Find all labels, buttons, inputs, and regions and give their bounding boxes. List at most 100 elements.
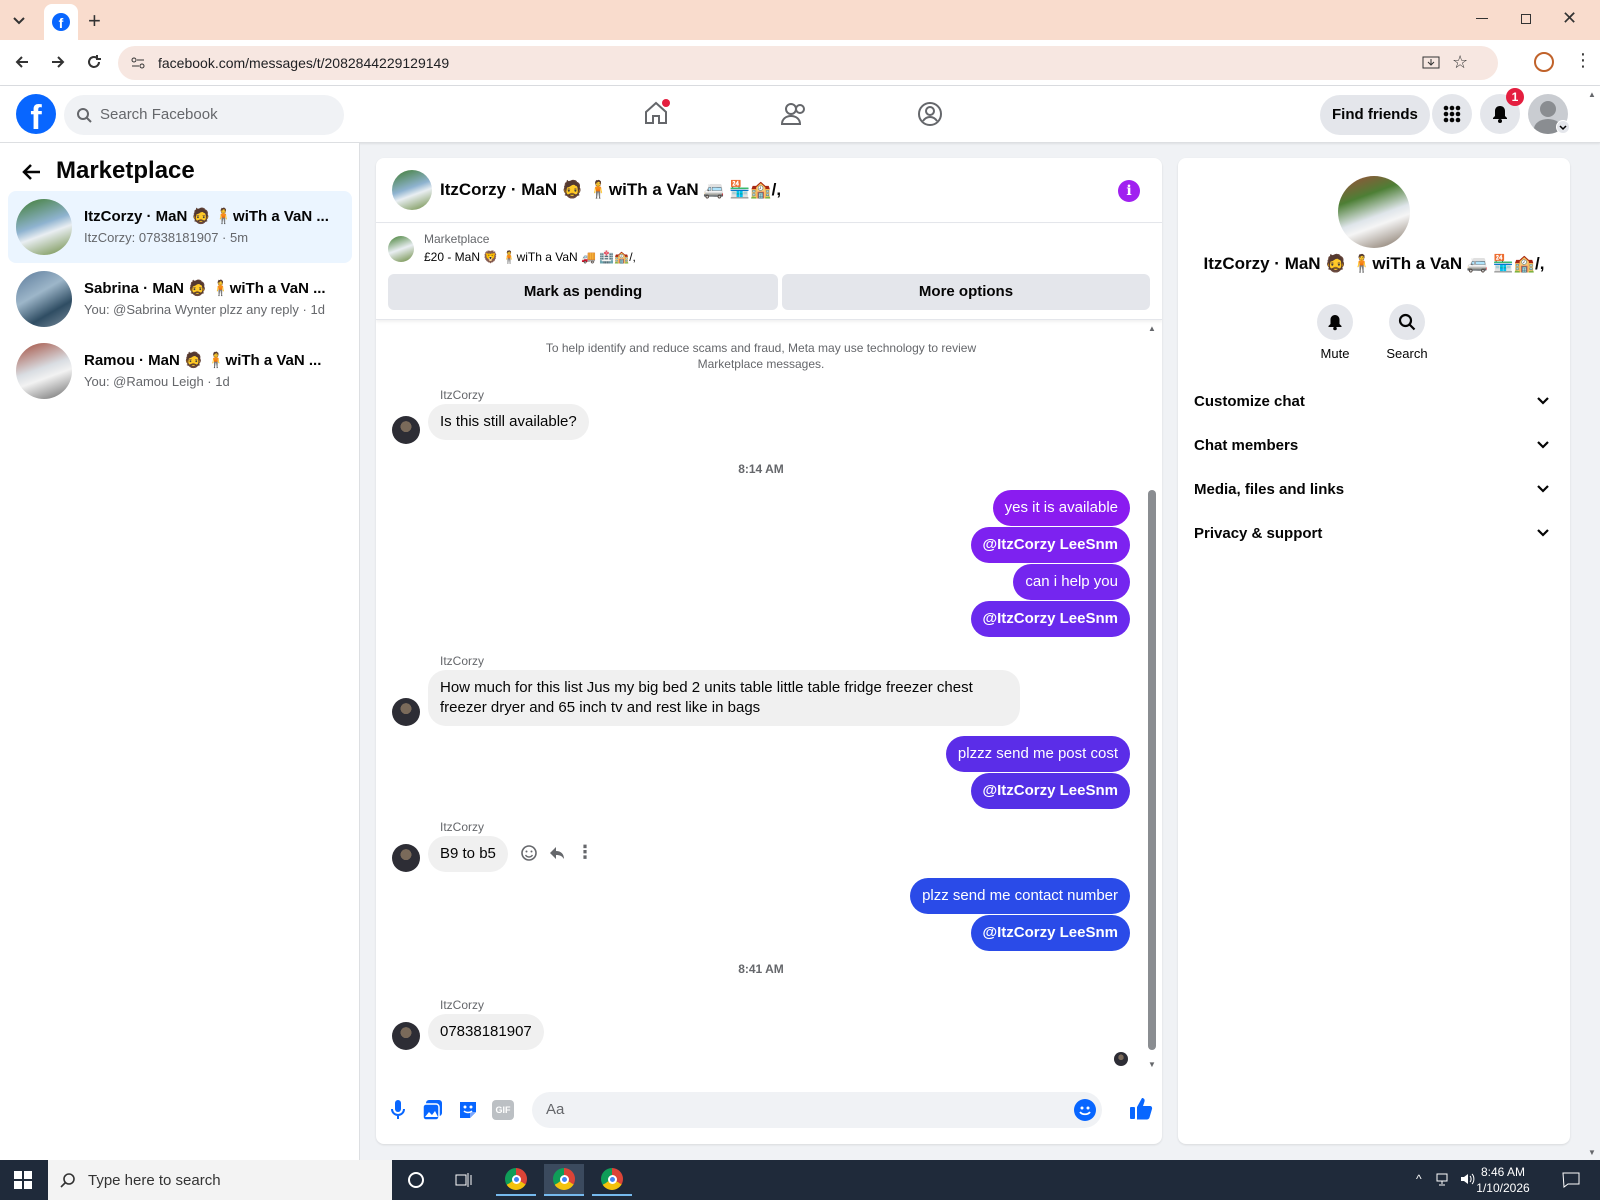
cortana-icon[interactable] (396, 1164, 436, 1196)
scroll-up-icon[interactable]: ▲ (1148, 324, 1156, 333)
outgoing-mention[interactable]: @ItzCorzy LeeSnm (970, 915, 1130, 951)
find-friends-button[interactable]: Find friends (1320, 95, 1430, 135)
sender-avatar[interactable] (392, 844, 420, 872)
site-settings-icon[interactable] (130, 55, 146, 71)
sticker-icon[interactable] (457, 1099, 479, 1121)
chevron-down-icon (1536, 528, 1550, 538)
mute-action[interactable]: Mute (1300, 304, 1370, 361)
message-input[interactable]: Aa (532, 1092, 1102, 1128)
mark-as-pending-button[interactable]: Mark as pending (388, 274, 778, 310)
bookmark-star-icon[interactable]: ☆ (1452, 52, 1468, 73)
browser-tab-strip: f + ✕ (0, 0, 1600, 40)
search-in-chat-action[interactable]: Search (1372, 304, 1442, 361)
outgoing-mention[interactable]: @ItzCorzy LeeSnm (970, 527, 1130, 563)
restore-icon[interactable] (1521, 14, 1531, 24)
conversation-name: Sabrina · MaN 🧔 🧍wiTh a VaN ... (84, 280, 326, 297)
emoji-picker-icon[interactable] (1074, 1099, 1096, 1121)
section-label: Privacy & support (1194, 525, 1323, 542)
details-name: ItzCorzy · MaN 🧔 🧍wiTh a VaN 🚐 🏪🏫/, (1203, 254, 1545, 273)
customize-chat-section[interactable]: Customize chat (1194, 380, 1554, 424)
outgoing-mention[interactable]: @ItzCorzy LeeSnm (970, 601, 1130, 637)
outgoing-mention[interactable]: @ItzCorzy LeeSnm (970, 773, 1130, 809)
action-center-icon[interactable] (1562, 1172, 1580, 1188)
chevron-down-icon (1536, 440, 1550, 450)
windows-start-icon[interactable] (14, 1171, 32, 1189)
gif-button[interactable]: GIF (492, 1100, 514, 1120)
listing-thumbnail[interactable] (388, 236, 414, 262)
mute-bell-icon (1317, 304, 1353, 340)
privacy-support-section[interactable]: Privacy & support (1194, 512, 1554, 556)
chat-title[interactable]: ItzCorzy · MaN 🧔 🧍wiTh a VaN 🚐 🏪🏫/, (440, 180, 781, 200)
facebook-logo-icon[interactable]: f (16, 94, 56, 134)
attach-media-icon[interactable] (422, 1099, 444, 1121)
url-text: facebook.com/messages/t/2082844229129149 (158, 55, 450, 71)
outgoing-message[interactable]: plzz send me contact number (910, 878, 1130, 914)
conversation-item-ramou[interactable]: Ramou · MaN 🧔 🧍wiTh a VaN ... You: @Ramo… (8, 335, 352, 407)
incoming-message[interactable]: B9 to b5 (428, 836, 508, 872)
outgoing-message[interactable]: can i help you (1013, 564, 1130, 600)
listing-title[interactable]: £20 - MaN 🦁 🧍wiTh a VaN 🚚 🏥🏫/, (424, 250, 636, 264)
chrome-taskbar-icon-active[interactable] (544, 1164, 584, 1196)
outgoing-message[interactable]: yes it is available (992, 490, 1130, 526)
more-actions-icon[interactable]: ⋮ (576, 842, 594, 863)
sender-avatar[interactable] (392, 698, 420, 726)
incoming-message[interactable]: Is this still available? (428, 404, 589, 440)
chevron-down-icon (1536, 396, 1550, 406)
chat-members-section[interactable]: Chat members (1194, 424, 1554, 468)
profile-icon[interactable] (1534, 52, 1554, 72)
chat-details-panel: ItzCorzy · MaN 🧔 🧍wiTh a VaN 🚐 🏪🏫/, Mute… (1178, 158, 1570, 1144)
incoming-message[interactable]: 07838181907 (428, 1014, 544, 1050)
sender-name: ItzCorzy (440, 998, 485, 1012)
react-emoji-icon[interactable] (520, 844, 538, 862)
outgoing-message[interactable]: plzzz send me post cost (945, 736, 1130, 772)
more-options-button[interactable]: More options (782, 274, 1150, 310)
scrollbar-thumb[interactable] (1148, 490, 1156, 1050)
media-files-links-section[interactable]: Media, files and links (1194, 468, 1554, 512)
sender-name: ItzCorzy (440, 820, 485, 834)
page-scroll-down-icon[interactable]: ▼ (1588, 1148, 1596, 1157)
new-tab-button[interactable]: + (88, 8, 101, 34)
details-avatar[interactable] (1338, 176, 1410, 248)
sender-avatar[interactable] (392, 416, 420, 444)
facebook-tab[interactable]: f (44, 4, 78, 40)
conversation-item-sabrina[interactable]: Sabrina · MaN 🧔 🧍wiTh a VaN ... You: @Sa… (8, 263, 352, 335)
browser-menu-icon[interactable]: ⋮ (1574, 50, 1592, 71)
account-chevron-icon[interactable] (1556, 120, 1570, 134)
page-scroll-up-icon[interactable]: ▲ (1588, 90, 1596, 99)
chrome-taskbar-icon[interactable] (496, 1164, 536, 1196)
task-view-icon[interactable] (444, 1164, 484, 1196)
like-thumb-icon[interactable] (1128, 1096, 1154, 1122)
chat-avatar[interactable] (392, 170, 432, 210)
close-window-icon[interactable]: ✕ (1562, 8, 1577, 29)
back-arrow-icon[interactable] (20, 160, 44, 184)
network-icon[interactable] (1436, 1173, 1452, 1187)
chrome-taskbar-icon[interactable] (592, 1164, 632, 1196)
scroll-down-icon[interactable]: ▼ (1148, 1060, 1156, 1069)
install-app-icon[interactable] (1422, 54, 1440, 72)
section-label: Customize chat (1194, 393, 1305, 410)
tab-search-chevron-icon[interactable] (8, 10, 30, 30)
voice-clip-icon[interactable] (388, 1099, 408, 1121)
reload-icon[interactable] (84, 52, 104, 72)
mute-label: Mute (1320, 346, 1350, 361)
home-nav-icon[interactable] (642, 99, 670, 127)
minimize-icon[interactable] (1476, 18, 1488, 19)
conversation-item-itzcorzy[interactable]: ItzCorzy · MaN 🧔 🧍wiTh a VaN ... ItzCorz… (8, 191, 352, 263)
taskbar-search-box[interactable]: Type here to search (48, 1160, 392, 1200)
chat-scrollbar[interactable]: ▲ ▼ (1148, 322, 1156, 1074)
facebook-search-input[interactable]: Search Facebook (64, 95, 344, 135)
menu-grid-icon[interactable] (1432, 94, 1472, 134)
reply-icon[interactable] (548, 844, 566, 862)
friends-nav-icon[interactable] (780, 100, 808, 128)
chat-info-icon[interactable]: i (1118, 180, 1140, 202)
sender-avatar[interactable] (392, 1022, 420, 1050)
search-icon (76, 107, 92, 123)
back-icon[interactable] (12, 52, 32, 72)
taskbar-clock[interactable]: 8:46 AM 1/10/2026 (1468, 1164, 1538, 1196)
incoming-message[interactable]: How much for this list Jus my big bed 2 … (428, 670, 1020, 726)
timestamp: 8:14 AM (738, 462, 784, 476)
forward-icon[interactable] (48, 52, 68, 72)
address-bar[interactable]: facebook.com/messages/t/2082844229129149… (118, 46, 1498, 80)
groups-nav-icon[interactable] (916, 100, 944, 128)
tray-chevron-icon[interactable]: ^ (1416, 1172, 1422, 1186)
